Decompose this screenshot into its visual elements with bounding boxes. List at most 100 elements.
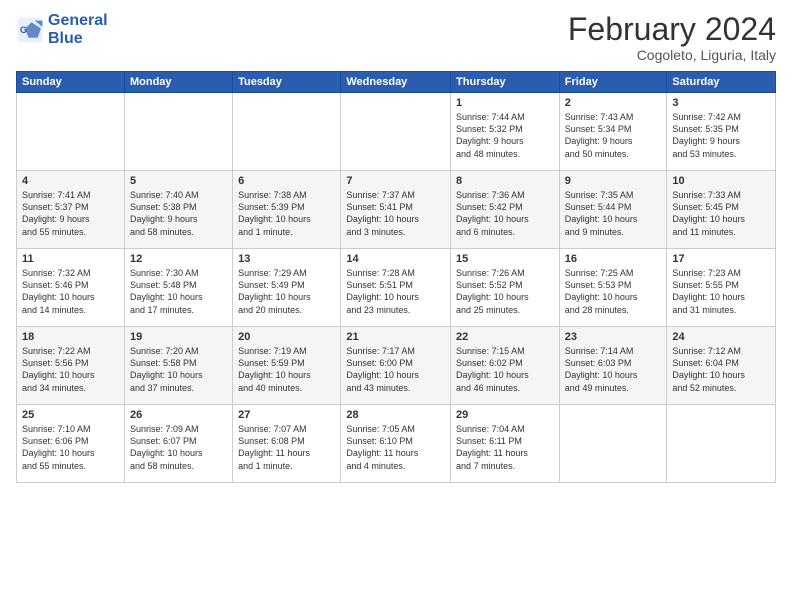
table-cell: 2 Sunrise: 7:43 AM Sunset: 5:34 PM Daylig…: [559, 93, 667, 171]
page: G General Blue February 2024 Cogoleto, L…: [0, 0, 792, 612]
table-cell: [667, 405, 776, 483]
table-cell: 28 Sunrise: 7:05 AM Sunset: 6:10 PM Dayli…: [341, 405, 451, 483]
day-info: Sunrise: 7:25 AM Sunset: 5:53 PM Dayligh…: [565, 267, 662, 316]
logo-text: General Blue: [48, 12, 108, 47]
day-info: Sunrise: 7:17 AM Sunset: 6:00 PM Dayligh…: [346, 345, 445, 394]
day-info: Sunrise: 7:04 AM Sunset: 6:11 PM Dayligh…: [456, 423, 554, 472]
day-info: Sunrise: 7:28 AM Sunset: 5:51 PM Dayligh…: [346, 267, 445, 316]
table-cell: 18 Sunrise: 7:22 AM Sunset: 5:56 PM Dayli…: [17, 327, 125, 405]
day-number: 10: [672, 175, 770, 187]
title-block: February 2024 Cogoleto, Liguria, Italy: [568, 12, 776, 63]
table-cell: 15 Sunrise: 7:26 AM Sunset: 5:52 PM Dayli…: [451, 249, 560, 327]
calendar-table: Sunday Monday Tuesday Wednesday Thursday…: [16, 71, 776, 483]
day-info: Sunrise: 7:35 AM Sunset: 5:44 PM Dayligh…: [565, 189, 662, 238]
day-info: Sunrise: 7:38 AM Sunset: 5:39 PM Dayligh…: [238, 189, 335, 238]
day-info: Sunrise: 7:12 AM Sunset: 6:04 PM Dayligh…: [672, 345, 770, 394]
table-cell: 7 Sunrise: 7:37 AM Sunset: 5:41 PM Daylig…: [341, 171, 451, 249]
header: G General Blue February 2024 Cogoleto, L…: [16, 12, 776, 63]
weekday-header-row: Sunday Monday Tuesday Wednesday Thursday…: [17, 72, 776, 93]
week-row-1: 1 Sunrise: 7:44 AM Sunset: 5:32 PM Daylig…: [17, 93, 776, 171]
day-number: 16: [565, 253, 662, 265]
week-row-4: 18 Sunrise: 7:22 AM Sunset: 5:56 PM Dayli…: [17, 327, 776, 405]
day-number: 26: [130, 409, 227, 421]
table-cell: 11Sunrise: 7:32 AM Sunset: 5:46 PM Dayli…: [17, 249, 125, 327]
day-number: 23: [565, 331, 662, 343]
day-number: 18: [22, 331, 119, 343]
day-info: Sunrise: 7:33 AM Sunset: 5:45 PM Dayligh…: [672, 189, 770, 238]
logo-icon: G: [16, 16, 44, 44]
location-subtitle: Cogoleto, Liguria, Italy: [568, 47, 776, 63]
day-info: Sunrise: 7:36 AM Sunset: 5:42 PM Dayligh…: [456, 189, 554, 238]
table-cell: 29 Sunrise: 7:04 AM Sunset: 6:11 PM Dayli…: [451, 405, 560, 483]
day-number: 3: [672, 97, 770, 109]
col-saturday: Saturday: [667, 72, 776, 93]
day-number: 7: [346, 175, 445, 187]
table-cell: 10 Sunrise: 7:33 AM Sunset: 5:45 PM Dayli…: [667, 171, 776, 249]
table-cell: [233, 93, 341, 171]
day-number: 20: [238, 331, 335, 343]
day-number: 29: [456, 409, 554, 421]
table-cell: 25 Sunrise: 7:10 AM Sunset: 6:06 PM Dayli…: [17, 405, 125, 483]
table-cell: 16 Sunrise: 7:25 AM Sunset: 5:53 PM Dayli…: [559, 249, 667, 327]
day-info: Sunrise: 7:19 AM Sunset: 5:59 PM Dayligh…: [238, 345, 335, 394]
table-cell: 5Sunrise: 7:40 AM Sunset: 5:38 PM Daylig…: [124, 171, 232, 249]
table-cell: [17, 93, 125, 171]
week-row-5: 25 Sunrise: 7:10 AM Sunset: 6:06 PM Dayli…: [17, 405, 776, 483]
table-cell: 6 Sunrise: 7:38 AM Sunset: 5:39 PM Daylig…: [233, 171, 341, 249]
table-cell: [341, 93, 451, 171]
day-number: 2: [565, 97, 662, 109]
day-number: 8: [456, 175, 554, 187]
table-cell: 24 Sunrise: 7:12 AM Sunset: 6:04 PM Dayli…: [667, 327, 776, 405]
day-number: 24: [672, 331, 770, 343]
day-info: Sunrise: 7:37 AM Sunset: 5:41 PM Dayligh…: [346, 189, 445, 238]
table-cell: 9 Sunrise: 7:35 AM Sunset: 5:44 PM Daylig…: [559, 171, 667, 249]
day-number: 9: [565, 175, 662, 187]
day-info: Sunrise: 7:20 AM Sunset: 5:58 PM Dayligh…: [130, 345, 227, 394]
col-wednesday: Wednesday: [341, 72, 451, 93]
day-number: 21: [346, 331, 445, 343]
table-cell: 21 Sunrise: 7:17 AM Sunset: 6:00 PM Dayli…: [341, 327, 451, 405]
day-info: Sunrise: 7:43 AM Sunset: 5:34 PM Dayligh…: [565, 111, 662, 160]
col-monday: Monday: [124, 72, 232, 93]
table-cell: 4Sunrise: 7:41 AM Sunset: 5:37 PM Daylig…: [17, 171, 125, 249]
table-cell: 22Sunrise: 7:15 AM Sunset: 6:02 PM Dayli…: [451, 327, 560, 405]
day-number: 15: [456, 253, 554, 265]
table-cell: 8 Sunrise: 7:36 AM Sunset: 5:42 PM Daylig…: [451, 171, 560, 249]
day-number: 17: [672, 253, 770, 265]
table-cell: [559, 405, 667, 483]
day-number: 4: [22, 175, 119, 187]
day-number: 5: [130, 175, 227, 187]
day-info: Sunrise: 7:15 AM Sunset: 6:02 PM Dayligh…: [456, 345, 554, 394]
day-info: Sunrise: 7:05 AM Sunset: 6:10 PM Dayligh…: [346, 423, 445, 472]
day-number: 25: [22, 409, 119, 421]
table-cell: 26 Sunrise: 7:09 AM Sunset: 6:07 PM Dayli…: [124, 405, 232, 483]
day-number: 6: [238, 175, 335, 187]
table-cell: 12Sunrise: 7:30 AM Sunset: 5:48 PM Dayli…: [124, 249, 232, 327]
day-info: Sunrise: 7:09 AM Sunset: 6:07 PM Dayligh…: [130, 423, 227, 472]
day-info: Sunrise: 7:10 AM Sunset: 6:06 PM Dayligh…: [22, 423, 119, 472]
table-cell: 27 Sunrise: 7:07 AM Sunset: 6:08 PM Dayli…: [233, 405, 341, 483]
table-cell: 23Sunrise: 7:14 AM Sunset: 6:03 PM Dayli…: [559, 327, 667, 405]
day-number: 27: [238, 409, 335, 421]
day-number: 19: [130, 331, 227, 343]
day-info: Sunrise: 7:44 AM Sunset: 5:32 PM Dayligh…: [456, 111, 554, 160]
day-number: 13: [238, 253, 335, 265]
day-number: 28: [346, 409, 445, 421]
day-info: Sunrise: 7:22 AM Sunset: 5:56 PM Dayligh…: [22, 345, 119, 394]
day-number: 1: [456, 97, 554, 109]
table-cell: 13Sunrise: 7:29 AM Sunset: 5:49 PM Dayli…: [233, 249, 341, 327]
logo: G General Blue: [16, 12, 108, 47]
table-cell: 3Sunrise: 7:42 AM Sunset: 5:35 PM Daylig…: [667, 93, 776, 171]
table-cell: 14 Sunrise: 7:28 AM Sunset: 5:51 PM Dayli…: [341, 249, 451, 327]
col-thursday: Thursday: [451, 72, 560, 93]
table-cell: 19 Sunrise: 7:20 AM Sunset: 5:58 PM Dayli…: [124, 327, 232, 405]
day-number: 14: [346, 253, 445, 265]
col-tuesday: Tuesday: [233, 72, 341, 93]
table-cell: [124, 93, 232, 171]
day-info: Sunrise: 7:26 AM Sunset: 5:52 PM Dayligh…: [456, 267, 554, 316]
table-cell: 1 Sunrise: 7:44 AM Sunset: 5:32 PM Daylig…: [451, 93, 560, 171]
day-info: Sunrise: 7:30 AM Sunset: 5:48 PM Dayligh…: [130, 267, 227, 316]
day-info: Sunrise: 7:07 AM Sunset: 6:08 PM Dayligh…: [238, 423, 335, 472]
month-year-title: February 2024: [568, 12, 776, 47]
day-info: Sunrise: 7:32 AM Sunset: 5:46 PM Dayligh…: [22, 267, 119, 316]
